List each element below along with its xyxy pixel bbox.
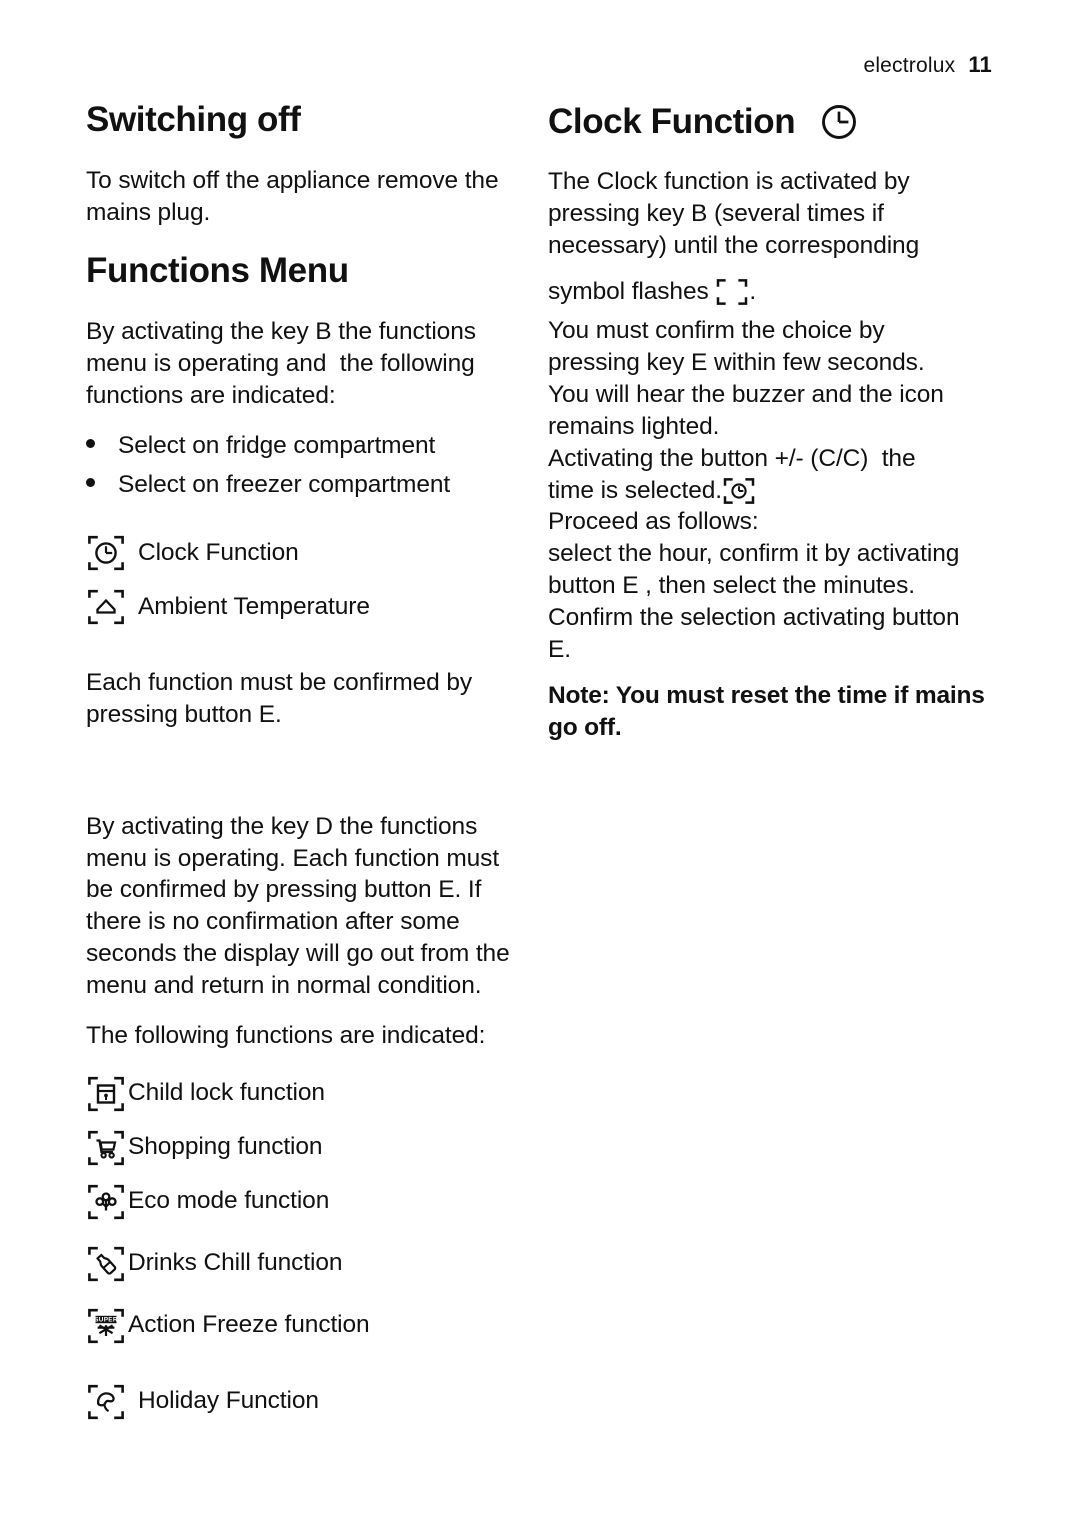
shopping-cart-icon <box>86 1128 126 1168</box>
paragraph-confirm-choice: You must confirm the choice by pressing … <box>548 317 944 440</box>
menu-icon-row-clock: Clock Function <box>86 533 526 573</box>
paragraph-note-reset-time: Note: You must reset the time if mains g… <box>548 681 985 741</box>
function-icon-row-child-lock: Child lock function <box>86 1074 526 1114</box>
menu-icon-label: Clock Function <box>138 538 299 566</box>
left-column: Switching off To switch off the applianc… <box>86 100 526 1422</box>
list-item-label: Select on freezer compartment <box>118 471 451 499</box>
house-ambient-temperature-icon <box>86 587 126 627</box>
list-item: Select on freezer compartment <box>86 465 526 505</box>
bullet-dot-icon <box>86 465 118 505</box>
function-icon-label: Shopping function <box>128 1133 323 1161</box>
list-item: Select on fridge compartment <box>86 426 526 466</box>
menu-icon-label: Ambient Temperature <box>138 592 370 620</box>
symbol-flashes-period: . <box>749 277 757 305</box>
clock-frame-icon <box>722 476 756 506</box>
function-icon-row-holiday: Holiday Function <box>86 1382 526 1422</box>
brand-name: electrolux <box>863 54 956 77</box>
function-icon-label: Drinks Chill function <box>128 1249 343 1277</box>
function-icon-row-shopping: Shopping function <box>86 1128 526 1168</box>
paragraph-each-function-confirm: Each function must be confirmed by press… <box>86 668 473 728</box>
page-header: electrolux 11 <box>863 52 992 78</box>
heading-switching-off: Switching off <box>86 100 301 139</box>
padlock-icon <box>86 1074 126 1114</box>
paragraph-switch-off: To switch off the appliance remove the m… <box>86 167 499 227</box>
empty-frame-icon <box>715 277 749 307</box>
clock-icon <box>817 100 861 144</box>
paragraph-symbol-flashes: symbol flashes . <box>548 276 1000 308</box>
function-icon-label: Action Freeze function <box>128 1311 370 1339</box>
paragraph-following-functions: The following functions are indicated: <box>86 1021 486 1049</box>
paragraph-key-d: By activating the key D the functions me… <box>86 812 510 999</box>
list-item-label: Select on fridge compartment <box>118 431 436 459</box>
function-icon-label: Child lock function <box>128 1079 325 1107</box>
paragraph-clock-activated: The Clock function is activated by press… <box>548 168 920 259</box>
functions-bullet-list: Select on fridge compartment Select on f… <box>86 426 526 505</box>
paragraph-key-b: By activating the key B the functions me… <box>86 318 476 409</box>
function-icon-row-action-freeze: SUPER Action Freeze function <box>86 1306 526 1346</box>
paragraph-activating-button: Activating the button +/- (C/C) the time… <box>548 443 1000 507</box>
page-number: 11 <box>968 52 992 77</box>
bottle-icon <box>86 1244 126 1284</box>
super-snowflake-icon: SUPER <box>86 1306 126 1346</box>
function-icon-row-drinks-chill: Drinks Chill function <box>86 1244 526 1284</box>
function-icon-label: Holiday Function <box>138 1387 319 1415</box>
document-page: electrolux 11 Switching off To switch of… <box>0 0 1080 1529</box>
right-column: Clock Function The Clock function is act… <box>548 100 1000 743</box>
svg-text:SUPER: SUPER <box>94 1316 118 1323</box>
paragraph-proceed-as-follows: Proceed as follows: select the hour, con… <box>548 508 960 663</box>
symbol-flashes-text: symbol flashes <box>548 277 716 305</box>
eco-plant-icon <box>86 1182 126 1222</box>
menu-icon-row-ambient-temperature: Ambient Temperature <box>86 587 526 627</box>
clock-icon <box>86 533 126 573</box>
function-icon-label: Eco mode function <box>128 1187 330 1215</box>
heading-functions-menu: Functions Menu <box>86 250 349 290</box>
heading-clock-function-row: Clock Function <box>548 100 1000 144</box>
function-icon-row-eco-mode: Eco mode function <box>86 1182 526 1222</box>
bullet-dot-icon <box>86 426 118 466</box>
umbrella-icon <box>86 1382 126 1422</box>
heading-clock-function: Clock Function <box>548 102 796 142</box>
